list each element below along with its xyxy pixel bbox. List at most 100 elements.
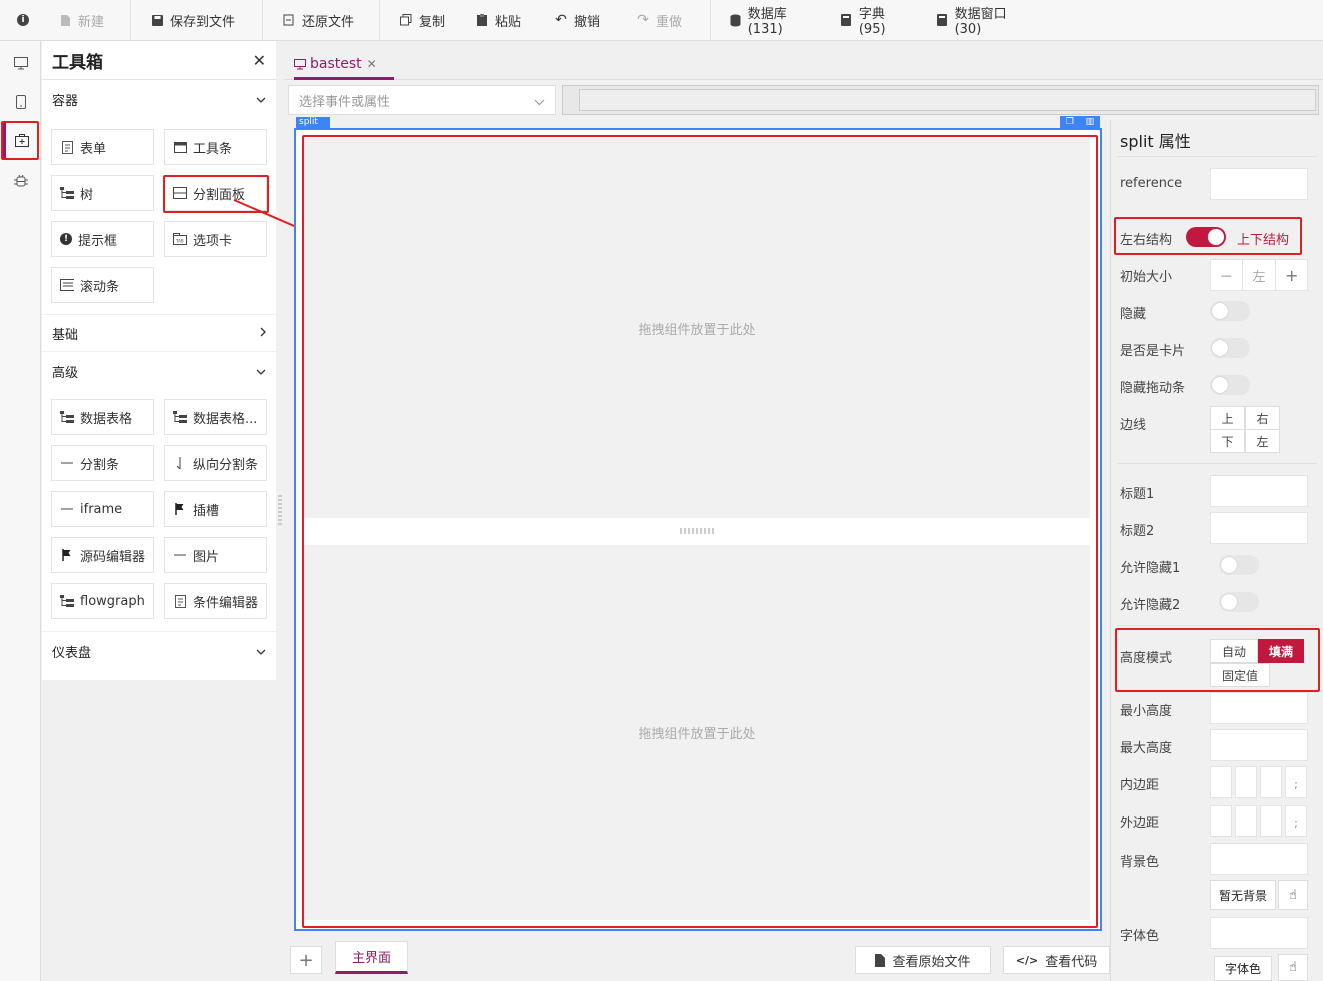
chevron-down-icon	[256, 364, 266, 379]
section-basic-label: 基础	[52, 327, 79, 343]
padding-right-input[interactable]	[1235, 766, 1257, 798]
component-scrollbar[interactable]: 滚动条	[51, 267, 154, 303]
data-window-button[interactable]: 数据窗口(30)	[923, 0, 1043, 41]
no-background-button[interactable]: 暂无背景	[1210, 880, 1276, 910]
component-condition-editor[interactable]: 条件编辑器	[164, 583, 267, 619]
prop-layout-toggle[interactable]	[1186, 227, 1226, 247]
margin-right-input[interactable]	[1235, 805, 1257, 837]
prop-bg-color-input[interactable]	[1210, 843, 1308, 875]
component-tooltip[interactable]: ! 提示框	[51, 221, 154, 257]
prop-max-height-input[interactable]	[1210, 729, 1308, 761]
border-right-button[interactable]: 右	[1245, 406, 1280, 430]
new-button[interactable]: 新建	[46, 0, 130, 41]
drop-hint: 拖拽组件放置于此处	[638, 727, 756, 742]
left-resize-grip[interactable]	[278, 495, 282, 525]
tab-bastest[interactable]: bastest ✕	[294, 49, 377, 79]
border-bottom-button[interactable]: 下	[1210, 429, 1245, 453]
tree-icon	[60, 594, 74, 608]
height-mode-auto[interactable]: 自动	[1210, 639, 1258, 663]
splitter-handle[interactable]	[680, 528, 716, 534]
close-icon[interactable]: ✕	[253, 51, 266, 70]
pick-font-color-button[interactable]: ☝	[1278, 954, 1308, 981]
margin-bottom-input[interactable]	[1260, 805, 1282, 837]
component-vertical-divider[interactable]: 纵向分割条	[164, 445, 267, 481]
border-top-button[interactable]: 上	[1210, 406, 1245, 430]
component-image[interactable]: 图片	[164, 537, 267, 573]
close-icon[interactable]: ✕	[367, 57, 377, 71]
font-color-button[interactable]: 字体色	[1214, 956, 1272, 981]
prop-allow-hide1-toggle[interactable]	[1219, 555, 1259, 575]
split-bottom-pane[interactable]: 拖拽组件放置于此处	[304, 545, 1090, 920]
component-code-editor[interactable]: 源码编辑器	[51, 537, 154, 573]
increment-button[interactable]: +	[1275, 260, 1307, 290]
prop-title2-input[interactable]	[1210, 512, 1308, 544]
margin-left-input[interactable]: ;	[1285, 805, 1307, 837]
component-tree[interactable]: 树	[51, 175, 154, 211]
component-flowgraph[interactable]: flowgraph	[51, 583, 154, 619]
padding-bottom-input[interactable]	[1260, 766, 1282, 798]
database-button[interactable]: 数据库(131)	[711, 0, 827, 41]
section-container-header[interactable]: 容器	[42, 80, 276, 118]
delete-icon[interactable]: ▥	[1086, 116, 1095, 128]
margin-top-input[interactable]	[1210, 805, 1232, 837]
border-left-button[interactable]: 左	[1245, 429, 1280, 453]
prop-max-height-label: 最大高度	[1120, 741, 1173, 756]
info-icon: !	[60, 233, 72, 245]
decrement-button[interactable]: —	[1211, 260, 1243, 290]
properties-title: split 属性	[1120, 132, 1191, 151]
section-dashboard-header[interactable]: 仪表盘	[42, 632, 276, 670]
prop-min-height-input[interactable]	[1210, 692, 1308, 724]
view-code-button[interactable]: </> 查看代码	[1003, 946, 1110, 974]
padding-left-input[interactable]: ;	[1285, 766, 1307, 798]
component-label: 表单	[80, 141, 107, 157]
toolbox-tab-button[interactable]	[3, 123, 38, 158]
event-property-select[interactable]: 选择事件或属性	[288, 85, 556, 115]
padding-top-input[interactable]	[1210, 766, 1232, 798]
prop-font-color-input[interactable]	[1210, 917, 1308, 949]
view-source-button[interactable]: 查看原始文件	[855, 946, 991, 974]
pick-bg-color-button[interactable]: ☝	[1278, 880, 1308, 910]
restore-icon	[282, 13, 296, 27]
section-advanced-header[interactable]: 高级	[42, 352, 276, 390]
component-form[interactable]: 表单	[51, 129, 154, 165]
component-slot[interactable]: 插槽	[164, 491, 267, 527]
properties-panel: split 属性 reference 左右结构 上下结构 初始大小 — 左 + …	[1110, 120, 1323, 981]
redo-button[interactable]: ↷ 重做	[624, 0, 710, 41]
debug-tab-button[interactable]	[3, 163, 38, 198]
undo-button[interactable]: ↶ 撤销	[542, 0, 624, 41]
initial-size-value[interactable]: 左	[1243, 260, 1276, 290]
drop-hint: 拖拽组件放置于此处	[638, 322, 756, 338]
component-label: 工具条	[193, 141, 233, 157]
component-toolbar[interactable]: 工具条	[164, 129, 267, 165]
restore-file-button[interactable]: 还原文件	[263, 0, 379, 41]
height-mode-fixed[interactable]: 固定值	[1210, 663, 1270, 687]
prop-is-card-toggle[interactable]	[1210, 338, 1250, 358]
save-to-file-button[interactable]: 保存到文件	[131, 0, 262, 41]
split-top-pane[interactable]: 拖拽组件放置于此处	[304, 138, 1090, 518]
tab-main-page[interactable]: 主界面	[335, 941, 408, 974]
add-page-button[interactable]: +	[290, 946, 322, 974]
component-data-table-2[interactable]: 数据表格...	[164, 399, 267, 435]
copy-button[interactable]: 复制	[380, 0, 463, 41]
height-mode-fill[interactable]: 填满	[1258, 639, 1304, 663]
dictionary-button[interactable]: 字典(95)	[827, 0, 923, 41]
info-button[interactable]: i	[0, 0, 46, 41]
event-value-input[interactable]	[562, 85, 1319, 115]
prop-allow-hide2-toggle[interactable]	[1219, 592, 1259, 612]
prop-allow-hide2-label: 允许隐藏2	[1120, 598, 1181, 613]
component-iframe[interactable]: iframe	[51, 491, 154, 527]
info-icon: i	[17, 14, 29, 26]
prop-hide-drag-toggle[interactable]	[1210, 375, 1250, 395]
prop-initial-size-stepper: — 左 +	[1210, 259, 1308, 291]
component-divider[interactable]: 分割条	[51, 445, 154, 481]
prop-hidden-toggle[interactable]	[1210, 301, 1250, 321]
copy-icon[interactable]: ❐	[1066, 116, 1074, 128]
prop-title1-input[interactable]	[1210, 475, 1308, 507]
section-basic-header[interactable]: 基础	[42, 315, 276, 351]
mobile-view-button[interactable]	[3, 84, 38, 119]
desktop-view-button[interactable]	[3, 46, 38, 81]
divider	[1117, 156, 1317, 157]
paste-button[interactable]: 粘贴	[463, 0, 542, 41]
component-data-table[interactable]: 数据表格	[51, 399, 154, 435]
prop-reference-input[interactable]	[1210, 168, 1308, 200]
